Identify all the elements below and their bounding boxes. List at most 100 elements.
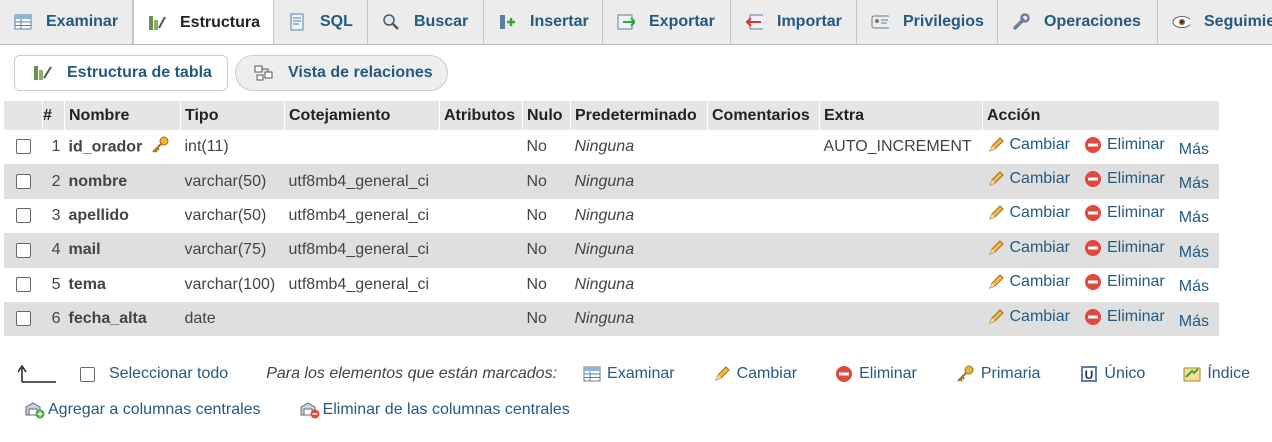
column-type: date <box>180 301 285 337</box>
drop-button[interactable]: Eliminar <box>1084 239 1165 257</box>
tab-buscar[interactable]: Buscar <box>368 0 484 44</box>
row-checkbox[interactable] <box>15 173 31 189</box>
bulk-unique-button[interactable]: U Único <box>1080 365 1145 383</box>
column-name-cell: apellido <box>64 198 181 234</box>
header-predeterminado[interactable]: Predeterminado <box>570 101 708 130</box>
pencil-icon <box>987 204 1005 222</box>
table-row: 4 mail varchar(75) utf8mb4_general_ci No Ning… <box>4 233 1219 268</box>
column-type: varchar(100) <box>180 267 285 302</box>
more-button[interactable]: Más <box>1179 175 1209 193</box>
header-nulo[interactable]: Nulo <box>522 101 571 130</box>
drop-icon <box>1084 239 1102 257</box>
index-icon <box>1183 365 1201 383</box>
more-button[interactable]: Más <box>1179 313 1209 331</box>
change-button[interactable]: Cambiar <box>987 239 1070 257</box>
column-attributes <box>439 130 523 165</box>
change-label: Cambiar <box>1009 170 1070 188</box>
remove-central-columns-button[interactable]: Eliminar de las columnas centrales <box>299 401 570 419</box>
tab-exportar[interactable]: Exportar <box>603 0 731 44</box>
more-label: Más <box>1178 278 1209 296</box>
row-checkbox[interactable] <box>15 208 31 224</box>
add-central-columns-button[interactable]: Agregar a columnas centrales <box>24 401 261 419</box>
drop-button[interactable]: Eliminar <box>1084 170 1165 188</box>
row-checkbox[interactable] <box>15 139 31 155</box>
column-comments <box>707 198 820 234</box>
drop-icon <box>1084 204 1102 222</box>
column-null: No <box>522 267 571 302</box>
bulk-index-label: Índice <box>1207 365 1251 382</box>
more-button[interactable]: Más <box>1179 244 1209 262</box>
column-collation: utf8mb4_general_ci <box>284 267 440 302</box>
table-structure-button[interactable]: Estructura de tabla <box>14 55 228 91</box>
row-actions: Cambiar Eliminar Más <box>982 130 1219 165</box>
row-checkbox[interactable] <box>15 311 31 327</box>
column-null: No <box>522 233 571 268</box>
header-cotejamiento[interactable]: Cotejamiento <box>284 101 440 130</box>
change-button[interactable]: Cambiar <box>987 204 1070 222</box>
column-name: apellido <box>68 206 129 224</box>
row-checkbox-cell <box>4 233 43 268</box>
drop-button[interactable]: Eliminar <box>1084 308 1165 326</box>
column-null: No <box>522 301 571 337</box>
bulk-primary-label: Primaria <box>980 365 1041 382</box>
change-button[interactable]: Cambiar <box>987 170 1070 188</box>
column-comments <box>707 164 820 199</box>
column-name-cell: id_orador <box>64 130 181 165</box>
structure-icon <box>33 64 53 82</box>
select-all-label[interactable]: Seleccionar todo <box>109 365 228 383</box>
bulk-index-button[interactable]: Índice <box>1183 365 1250 383</box>
header-extra[interactable]: Extra <box>819 101 983 130</box>
header-atributos[interactable]: Atributos <box>439 101 523 130</box>
row-actions: Cambiar Eliminar Más <box>982 267 1219 302</box>
pencil-icon <box>987 239 1005 257</box>
change-button[interactable]: Cambiar <box>987 136 1070 154</box>
bulk-primary-button[interactable]: Primaria <box>955 365 1041 383</box>
tab-seguimiento[interactable]: Seguimiento <box>1158 0 1272 44</box>
row-checkbox-cell <box>4 267 43 302</box>
row-checkbox-cell <box>4 301 43 337</box>
more-button[interactable]: Más <box>1179 278 1209 296</box>
header-nombre[interactable]: Nombre <box>64 101 181 130</box>
column-name: mail <box>68 241 101 259</box>
tab-privilegios[interactable]: Privilegios <box>857 0 998 44</box>
column-name-cell: nombre <box>64 164 181 199</box>
column-extra <box>819 164 983 199</box>
drop-button[interactable]: Eliminar <box>1084 136 1165 154</box>
bulk-change-button[interactable]: Cambiar <box>713 365 797 383</box>
tab-operaciones[interactable]: Operaciones <box>998 0 1158 44</box>
header-number: # <box>42 101 65 130</box>
tab-examinar[interactable]: Examinar <box>0 0 133 44</box>
privileges-icon <box>871 13 889 31</box>
column-name-cell: tema <box>64 267 181 302</box>
tab-insertar[interactable]: Insertar <box>484 0 603 44</box>
bulk-drop-button[interactable]: Eliminar <box>835 365 917 383</box>
drop-button[interactable]: Eliminar <box>1084 273 1165 291</box>
tab-label: Privilegios <box>903 13 984 30</box>
change-button[interactable]: Cambiar <box>987 273 1070 291</box>
column-extra: AUTO_INCREMENT <box>819 130 983 165</box>
select-all-checkbox[interactable] <box>80 366 95 382</box>
table-row: 1 id_orador int(11) No Ninguna AUTO_INCREMENT… <box>4 130 1219 165</box>
tab-label: Buscar <box>414 13 469 30</box>
row-actions: Cambiar Eliminar Más <box>982 233 1219 268</box>
row-checkbox[interactable] <box>15 277 31 293</box>
drop-button[interactable]: Eliminar <box>1084 204 1165 222</box>
bulk-browse-button[interactable]: Examinar <box>583 365 675 383</box>
table-browse-icon <box>583 366 601 382</box>
column-comments <box>707 301 820 337</box>
table-row: 2 nombre varchar(50) utf8mb4_general_ci No Ni… <box>4 164 1219 199</box>
sql-icon <box>288 13 306 31</box>
relation-view-button[interactable]: Vista de relaciones <box>235 55 448 91</box>
column-collation: utf8mb4_general_ci <box>284 198 440 234</box>
tab-estructura[interactable]: Estructura <box>133 0 274 44</box>
tab-sql[interactable]: SQL <box>274 0 368 44</box>
more-button[interactable]: Más <box>1179 209 1209 227</box>
row-actions: Cambiar Eliminar Más <box>982 164 1219 199</box>
wrench-icon <box>1012 13 1030 31</box>
tab-importar[interactable]: Importar <box>731 0 857 44</box>
change-button[interactable]: Cambiar <box>987 308 1070 326</box>
header-comentarios[interactable]: Comentarios <box>707 101 820 130</box>
more-button[interactable]: Más <box>1179 141 1209 159</box>
header-tipo[interactable]: Tipo <box>180 101 285 130</box>
row-checkbox[interactable] <box>15 242 31 258</box>
